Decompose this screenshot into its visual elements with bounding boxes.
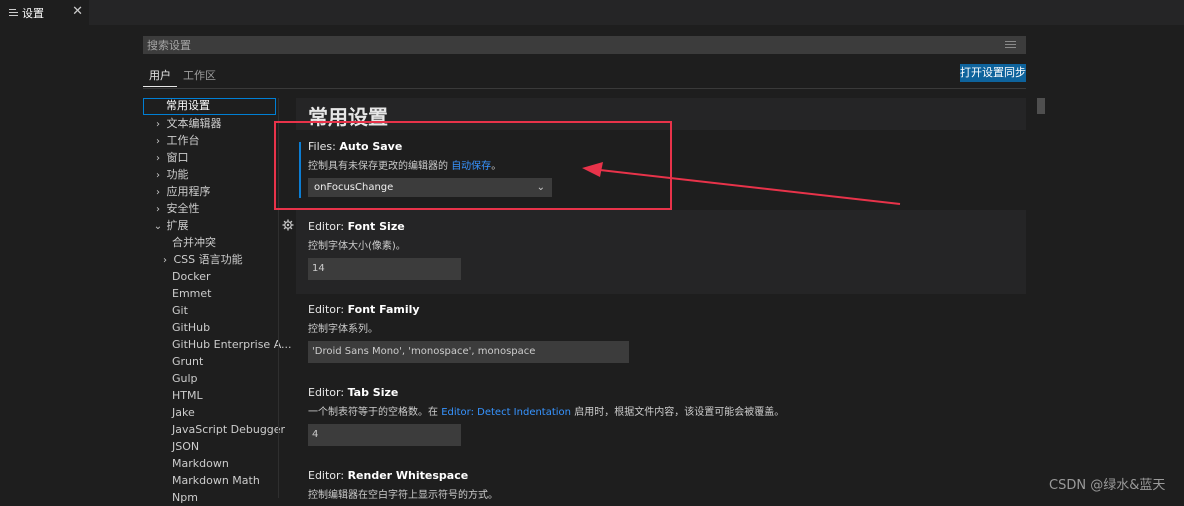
annotation-arrow	[582, 162, 901, 205]
watermark: CSDN @绿水&蓝天	[1049, 478, 1166, 493]
